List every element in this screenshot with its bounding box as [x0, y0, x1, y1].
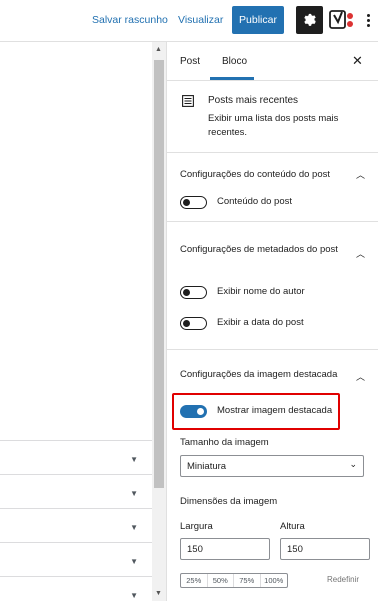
reset-button[interactable]: Redefinir: [327, 575, 359, 584]
image-size-select[interactable]: Miniatura ⌄: [180, 455, 364, 477]
block-card: Posts mais recentes Exibir uma lista dos…: [167, 81, 378, 153]
preview-button[interactable]: Visualizar: [178, 14, 223, 26]
chevron-down-icon: ▼: [130, 591, 138, 600]
canvas-row[interactable]: ▼: [0, 576, 152, 601]
scrollbar-thumb[interactable]: [154, 60, 164, 488]
chevron-down-icon: ▼: [130, 455, 138, 464]
active-tab-indicator: [210, 77, 254, 80]
post-list-icon: [182, 95, 194, 107]
canvas-row[interactable]: ▼: [0, 440, 152, 474]
post-date-toggle[interactable]: [180, 317, 207, 330]
image-dimensions-label: Dimensões da imagem: [180, 496, 278, 507]
yoast-icon: [329, 10, 353, 29]
image-size-value: Miniatura: [187, 461, 227, 472]
save-draft-button[interactable]: Salvar rascunho: [92, 14, 168, 26]
canvas-row[interactable]: ▼: [0, 542, 152, 576]
percent-50-button[interactable]: 50%: [208, 574, 234, 587]
chevron-up-icon[interactable]: ︿: [356, 247, 365, 260]
tab-post[interactable]: Post: [180, 56, 200, 67]
chevron-down-icon: ▼: [130, 557, 138, 566]
panel-title[interactable]: Configurações do conteúdo do post: [180, 168, 350, 182]
height-label: Altura: [280, 521, 305, 532]
block-title: Posts mais recentes: [208, 95, 299, 106]
publish-button[interactable]: Publicar: [232, 6, 284, 34]
toggle-label: Exibir a data do post: [217, 317, 304, 328]
gear-icon: [303, 13, 316, 26]
settings-button[interactable]: [296, 6, 323, 34]
panel-post-content: Configurações do conteúdo do post ︿ Cont…: [167, 153, 378, 222]
editor-toolbar: Salvar rascunho Visualizar Publicar: [0, 0, 378, 42]
post-content-toggle[interactable]: [180, 196, 207, 209]
author-name-toggle[interactable]: [180, 286, 207, 299]
highlight-annotation: [172, 393, 340, 430]
percent-100-button[interactable]: 100%: [261, 574, 288, 587]
canvas-scrollbar[interactable]: ▲ ▼: [152, 42, 166, 601]
chevron-down-icon: ▼: [130, 489, 138, 498]
width-label: Largura: [180, 521, 213, 532]
canvas-row[interactable]: ▼: [0, 474, 152, 508]
image-size-label: Tamanho da imagem: [180, 437, 269, 448]
sidebar-tabs: Post Bloco ✕: [167, 42, 378, 81]
chevron-up-icon[interactable]: ︿: [356, 370, 365, 383]
dimension-percent-buttons: 25% 50% 75% 100%: [180, 573, 288, 588]
scroll-up-arrow-icon[interactable]: ▲: [155, 46, 162, 53]
tab-block[interactable]: Bloco: [222, 56, 247, 67]
percent-25-button[interactable]: 25%: [181, 574, 208, 587]
more-dot: [366, 13, 370, 17]
close-icon[interactable]: ✕: [352, 53, 363, 69]
chevron-down-icon: ▼: [130, 523, 138, 532]
panel-title[interactable]: Configurações da imagem destacada: [180, 368, 340, 382]
scroll-down-arrow-icon[interactable]: ▼: [155, 590, 162, 597]
percent-75-button[interactable]: 75%: [234, 574, 261, 587]
yoast-seo-button[interactable]: [329, 8, 355, 32]
block-description: Exibir uma lista dos posts mais recentes…: [208, 113, 339, 138]
width-input[interactable]: 150: [180, 538, 270, 560]
editor-canvas: ▼ ▼ ▼ ▼ ▼: [0, 42, 152, 601]
panel-post-metadata: Configurações de metadados do post ︿ Exi…: [167, 222, 378, 350]
canvas-row[interactable]: ▼: [0, 508, 152, 542]
height-input[interactable]: 150: [280, 538, 370, 560]
more-dot: [366, 18, 370, 22]
chevron-up-icon[interactable]: ︿: [356, 168, 365, 181]
panel-title[interactable]: Configurações de metadados do post: [180, 243, 340, 257]
toggle-label: Exibir nome do autor: [217, 286, 305, 297]
chevron-down-icon: ⌄: [349, 459, 357, 469]
more-options-button[interactable]: [362, 8, 374, 32]
settings-sidebar: Post Bloco ✕ Posts mais recentes Exibir …: [166, 42, 378, 601]
more-dot: [366, 23, 370, 27]
toggle-label: Conteúdo do post: [217, 196, 293, 207]
